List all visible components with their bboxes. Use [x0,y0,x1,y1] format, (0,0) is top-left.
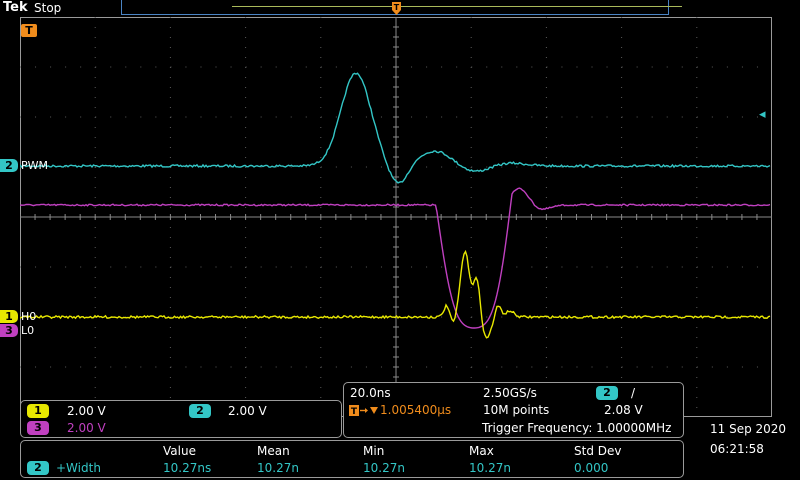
horizontal-trigger-panel[interactable]: 20.0ns 2.50GS/s 2 / T 1.005400μs 10M poi… [343,382,684,438]
meas-header-stddev: Std Dev [574,444,622,458]
measurement-panel[interactable]: Value Mean Min Max Std Dev 2 +Width 10.2… [20,440,684,478]
meas-source-chip[interactable]: 2 [27,461,49,475]
record-length: 10M points [483,403,550,417]
channel-scale-panel[interactable]: 1 2.00 V 2 2.00 V 3 2.00 V [20,400,342,438]
timebase: 20.0ns [350,386,391,400]
meas-header-mean: Mean [257,444,290,458]
record-view-window [232,6,682,7]
trigger-slope-icon: / [631,386,636,400]
channel-3-chip[interactable]: 3 [27,421,49,435]
svg-text:T: T [394,3,400,12]
acquisition-status[interactable]: Stop [34,1,61,15]
channel-2-label: PWM [21,159,49,172]
channel-3-marker[interactable]: 3 [0,324,18,337]
meas-header-max: Max [469,444,494,458]
meas-value: 10.27ns [163,461,212,475]
trigger-level: 2.08 V [604,403,643,417]
channel-1-marker[interactable]: 1 [0,310,18,323]
channel-2-marker[interactable]: 2 [0,159,18,172]
channel-1-label: H0 [21,310,37,323]
trigger-position-icon[interactable]: T [391,1,402,16]
meas-name: +Width [56,461,101,475]
trigger-position-marker[interactable]: T [21,24,37,37]
trigger-level-icon[interactable]: ◂ [759,107,766,122]
meas-min: 10.27n [363,461,405,475]
channel-1-chip[interactable]: 1 [27,404,49,418]
meas-mean: 10.27n [257,461,299,475]
trigger-delay: 1.005400μs [380,403,452,417]
channel-3-scale: 2.00 V [67,421,106,435]
channel-1-scale: 2.00 V [67,404,106,418]
clock-panel: 11 Sep 2020 06:21:58 [688,420,798,460]
status-bar: Tek Stop T [0,0,800,18]
graticule [20,17,772,417]
channel-3-label: L0 [21,324,35,337]
waveform-display[interactable] [20,17,772,417]
meas-stddev: 0.000 [574,461,609,475]
trigger-source-chip[interactable]: 2 [596,386,618,400]
time: 06:21:58 [710,442,764,456]
channel-2-chip[interactable]: 2 [189,404,211,418]
svg-text:T: T [351,407,358,417]
trigger-delay-icon: T [349,405,378,417]
sample-rate: 2.50GS/s [483,386,537,400]
channel-2-scale: 2.00 V [228,404,267,418]
trace-ch1-ho [20,249,771,339]
meas-header-value: Value [163,444,196,458]
meas-header-min: Min [363,444,385,458]
trace-ch2-pwm [20,72,771,184]
date: 11 Sep 2020 [710,422,787,436]
meas-max: 10.27n [469,461,511,475]
trigger-frequency: Trigger Frequency: 1.00000MHz [482,421,672,435]
brand-logo: Tek [3,0,28,15]
